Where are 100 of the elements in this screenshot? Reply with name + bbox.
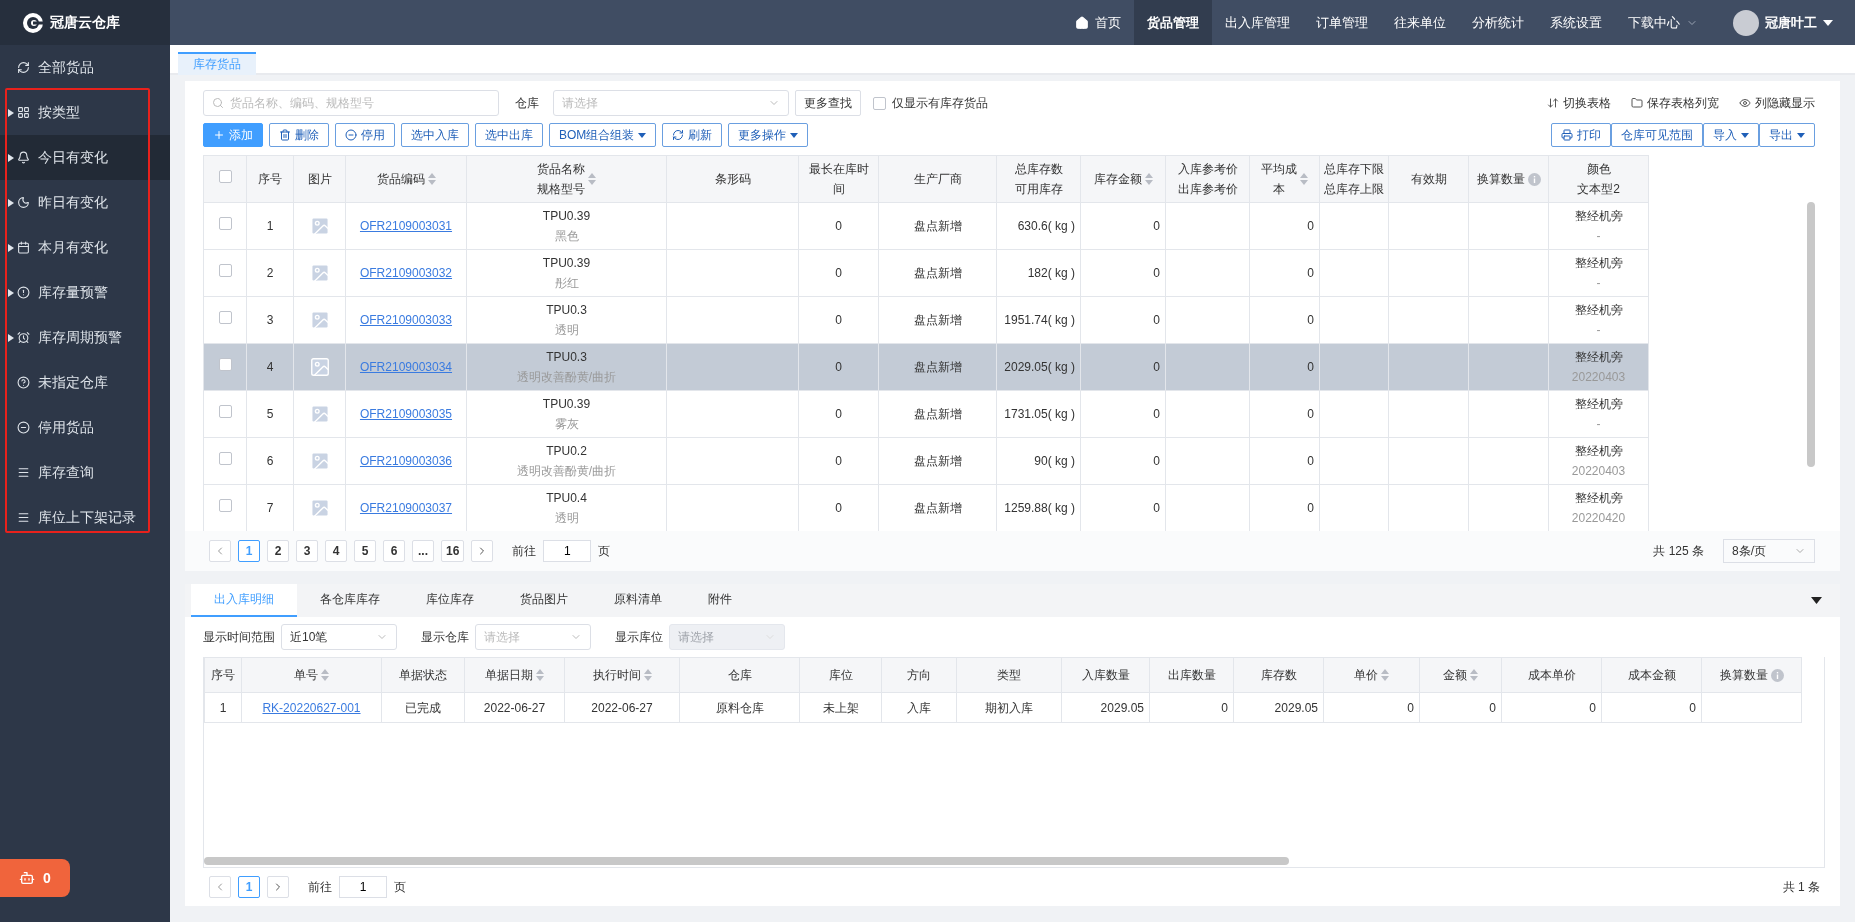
sidebar-item[interactable]: 本月有变化 <box>0 225 170 270</box>
sort-icon[interactable] <box>321 669 329 681</box>
column-header: 总库存下限 总库存上限 <box>1324 161 1384 198</box>
action-button[interactable]: 停用 <box>335 123 395 147</box>
select-all-checkbox[interactable] <box>218 170 232 183</box>
action-button[interactable]: BOM组合组装 <box>549 123 657 147</box>
detail-tab[interactable]: 库位库存 <box>403 584 497 617</box>
action-button[interactable]: 仓库可见范围 <box>1611 123 1703 147</box>
expand-arrow-icon[interactable] <box>8 198 14 207</box>
page-size-select[interactable]: 8条/页 <box>1723 539 1815 563</box>
detail-tab[interactable]: 附件 <box>685 584 755 617</box>
sidebar-item[interactable]: 库存量预警 <box>0 270 170 315</box>
table-cell-text: 6 <box>265 453 275 470</box>
sidebar-item[interactable]: 按类型 <box>0 90 170 135</box>
table-cell-text: 0 <box>1152 265 1160 282</box>
nav-item[interactable]: 首页 <box>1062 0 1134 45</box>
page-button[interactable]: 3 <box>296 540 318 562</box>
action-button[interactable]: 刷新 <box>662 123 723 147</box>
detail-tab[interactable]: 原料清单 <box>591 584 685 617</box>
next-page-button[interactable] <box>267 876 289 898</box>
table-cell-text: 20220403 <box>1570 369 1627 386</box>
page-button[interactable]: 16 <box>441 540 465 562</box>
nav-item[interactable]: 出入库管理 <box>1212 0 1303 45</box>
action-button[interactable]: 选中入库 <box>401 123 469 147</box>
nav-item[interactable]: 往来单位 <box>1381 0 1459 45</box>
action-button[interactable]: 选中出库 <box>475 123 543 147</box>
sidebar-item[interactable]: 库位上下架记录 <box>0 495 170 540</box>
sidebar-item[interactable]: 停用货品 <box>0 405 170 450</box>
action-button[interactable]: 导出 <box>1759 123 1815 147</box>
avatar[interactable] <box>1733 9 1759 36</box>
sort-icon[interactable] <box>427 173 436 185</box>
action-button[interactable]: 导入 <box>1703 123 1759 147</box>
sort-icon[interactable] <box>1470 669 1478 681</box>
user-name[interactable]: 冠唐叶工 <box>1765 13 1817 32</box>
table-cell-text: 0 <box>834 406 843 423</box>
sidebar-item[interactable]: 昨日有变化 <box>0 180 170 225</box>
sidebar-item[interactable]: 未指定仓库 <box>0 360 170 405</box>
column-header: 库存数 <box>1260 667 1297 684</box>
nav-item[interactable]: 货品管理 <box>1134 0 1212 45</box>
column-header: 入库数量 <box>1081 667 1130 684</box>
page-button[interactable]: 6 <box>383 540 405 562</box>
sort-icon[interactable] <box>1381 669 1389 681</box>
table-cell-text: 透明 <box>553 322 580 339</box>
filter-select[interactable]: 近10笔 <box>281 624 397 650</box>
sidebar-item[interactable]: 全部货品 <box>0 45 170 90</box>
detail-tab[interactable]: 货品图片 <box>497 584 591 617</box>
sort-icon[interactable] <box>1300 173 1308 185</box>
collapse-caret-icon[interactable] <box>1811 597 1822 604</box>
scrollbar[interactable] <box>1807 202 1815 467</box>
previous-page-button[interactable] <box>209 540 231 562</box>
nav-item[interactable]: 下载中心 <box>1615 0 1711 45</box>
next-page-button[interactable] <box>471 540 494 562</box>
caret-icon[interactable] <box>1823 19 1833 26</box>
sort-icon[interactable] <box>536 669 544 681</box>
expand-arrow-icon[interactable] <box>8 153 14 162</box>
page-button[interactable]: ... <box>412 540 434 562</box>
action-button[interactable]: 删除 <box>269 123 329 147</box>
sort-icon[interactable] <box>1144 173 1153 185</box>
table-cell-text: 整经机旁 <box>1573 255 1624 272</box>
table-cell-text: 2 <box>265 265 275 282</box>
expand-arrow-icon[interactable] <box>8 288 14 297</box>
nav-item[interactable]: 订单管理 <box>1303 0 1381 45</box>
nav-item[interactable]: 分析统计 <box>1459 0 1537 45</box>
plus-icon <box>213 129 225 141</box>
sort-icon[interactable] <box>588 173 596 185</box>
expand-arrow-icon[interactable] <box>8 333 14 342</box>
page-button[interactable]: 5 <box>354 540 376 562</box>
nav-item[interactable]: 系统设置 <box>1537 0 1615 45</box>
checkbox[interactable] <box>873 96 886 110</box>
more-search-button[interactable]: 更多查找 <box>795 90 861 116</box>
row-checkbox[interactable] <box>218 499 232 512</box>
page-input[interactable]: 1 <box>543 540 592 562</box>
row-checkbox[interactable] <box>218 311 232 324</box>
row-checkbox[interactable] <box>218 452 232 465</box>
expand-arrow-icon[interactable] <box>8 243 14 252</box>
row-checkbox[interactable] <box>218 217 232 230</box>
page-input[interactable]: 1 <box>339 876 387 898</box>
page-button[interactable]: 2 <box>267 540 289 562</box>
row-checkbox[interactable] <box>218 405 232 418</box>
detail-tab[interactable]: 各仓库库存 <box>297 584 403 617</box>
table-cell-text: 1951.74( kg ) <box>1003 312 1075 329</box>
column-header: 入库参考价 出库参考价 <box>1177 161 1238 198</box>
view-link[interactable]: 列隐藏显示 <box>1739 94 1815 112</box>
view-link[interactable]: 切换表格 <box>1547 94 1611 112</box>
column-header: 单据日期 <box>485 667 533 684</box>
view-link[interactable]: 保存表格列宽 <box>1631 94 1719 112</box>
alert-icon <box>17 286 30 299</box>
sidebar-item[interactable]: 库存查询 <box>0 450 170 495</box>
sidebar-item[interactable]: 库存周期预警 <box>0 315 170 360</box>
expand-arrow-icon[interactable] <box>8 108 14 117</box>
page-button[interactable]: 4 <box>325 540 347 562</box>
sidebar-item[interactable]: 今日有变化 <box>0 135 170 180</box>
scrollbar[interactable] <box>204 857 1289 865</box>
action-button[interactable]: 更多操作 <box>728 123 809 147</box>
action-button[interactable]: 打印 <box>1551 123 1611 147</box>
sort-icon[interactable] <box>643 669 652 681</box>
previous-page-button[interactable] <box>209 876 231 898</box>
row-checkbox[interactable] <box>218 264 232 277</box>
table-cell-text: 1 <box>218 699 228 717</box>
row-checkbox[interactable] <box>218 358 232 371</box>
